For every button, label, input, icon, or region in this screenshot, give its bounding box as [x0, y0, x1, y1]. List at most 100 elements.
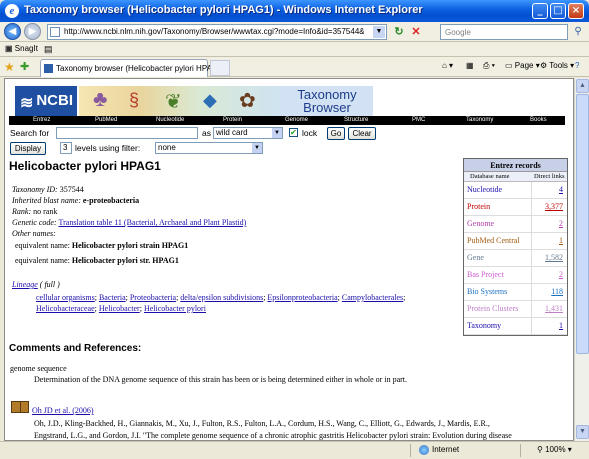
minimize-button[interactable]: _: [532, 3, 548, 19]
entrez-db-name[interactable]: Protein: [467, 199, 490, 215]
entrez-link-count[interactable]: 1,431: [545, 301, 563, 317]
taxonomy-id-label: Taxonomy ID:: [12, 185, 58, 194]
back-button[interactable]: ◀: [4, 23, 21, 40]
lineage-item[interactable]: cellular organisms: [36, 293, 95, 302]
entrez-link-count[interactable]: 3,377: [545, 199, 563, 215]
ncbi-logo[interactable]: ≋ NCBI: [15, 86, 77, 116]
lineage-link[interactable]: Lineage: [12, 280, 38, 289]
lineage-item[interactable]: Proteobacteria: [130, 293, 176, 302]
capture-icon[interactable]: ▤: [44, 44, 53, 55]
globe-icon: [419, 445, 429, 455]
search-icon[interactable]: ⚲: [571, 24, 585, 40]
nav-protein[interactable]: Protein: [223, 116, 242, 125]
favorites-star-icon[interactable]: ★: [4, 60, 15, 74]
filter-select[interactable]: none ▼: [155, 142, 263, 154]
tab-taxonomy-browser[interactable]: Taxonomy browser (Helicobacter pylori HP…: [40, 59, 225, 77]
entrez-db-name[interactable]: Bio Systems: [467, 284, 507, 300]
clear-button[interactable]: Clear: [348, 127, 376, 140]
genetic-code-label: Genetic code:: [12, 218, 57, 227]
lineage-item[interactable]: Helicobacter: [99, 304, 140, 313]
tools-menu[interactable]: ⚙ Tools ▾: [540, 61, 574, 70]
nav-genome[interactable]: Genome: [285, 116, 308, 125]
new-tab-button[interactable]: [210, 60, 230, 76]
zoom-level[interactable]: ⚲ 100% ▾: [537, 445, 572, 454]
nav-structure[interactable]: Structure: [344, 116, 368, 125]
entrez-row[interactable]: Gene 1,582: [464, 250, 567, 267]
cell-divider: [531, 301, 532, 318]
help-icon[interactable]: ?: [575, 61, 579, 70]
address-url[interactable]: http://www.ncbi.nlm.nih.gov/Taxonomy/Bro…: [64, 27, 364, 36]
entrez-row[interactable]: Bio Systems 118: [464, 284, 567, 301]
lineage-item[interactable]: Helicobacter pylori: [144, 304, 206, 313]
entrez-link-count[interactable]: 1: [559, 233, 563, 249]
entrez-link-count[interactable]: 1,582: [545, 250, 563, 266]
entrez-row[interactable]: Nucleotide 4: [464, 182, 567, 199]
entrez-link-count[interactable]: 118: [551, 284, 563, 300]
book-icon: [11, 401, 29, 413]
entrez-db-name[interactable]: Nucleotide: [467, 182, 502, 198]
entrez-row[interactable]: Genome 2: [464, 216, 567, 233]
reference-link[interactable]: Oh JD et al. (2006): [32, 406, 94, 415]
feeds-icon[interactable]: ▦: [466, 61, 474, 70]
print-icon[interactable]: ⎙ ▾: [483, 61, 495, 71]
filter-value: none: [158, 143, 176, 152]
nav-pmc[interactable]: PMC: [412, 116, 425, 125]
page-menu[interactable]: ▭ Page ▾: [505, 61, 540, 70]
add-favorites-icon[interactable]: ✚: [20, 60, 29, 73]
close-button[interactable]: ×: [568, 3, 584, 19]
maximize-button[interactable]: □: [550, 3, 566, 19]
ncbi-mark-icon: ≋: [20, 95, 34, 112]
lineage-item[interactable]: Bacteria: [99, 293, 126, 302]
chevron-down-icon[interactable]: ▼: [373, 26, 385, 38]
scroll-up-icon[interactable]: ▲: [576, 79, 589, 93]
search-term-input[interactable]: [56, 127, 198, 139]
snagit-button[interactable]: ▣ SnagIt: [5, 44, 38, 53]
genetic-code-link[interactable]: Translation table 11 (Bacterial, Archaea…: [59, 218, 247, 227]
scroll-down-icon[interactable]: ▼: [576, 425, 589, 439]
nav-pubmed[interactable]: PubMed: [95, 116, 117, 125]
nav-nucleotide[interactable]: Nucleotide: [156, 116, 184, 125]
scroll-thumb[interactable]: [576, 94, 589, 354]
entrez-db-name[interactable]: Gene: [467, 250, 484, 266]
display-button[interactable]: Display: [10, 142, 46, 155]
entrez-link-count[interactable]: 2: [559, 216, 563, 232]
address-field[interactable]: http://www.ncbi.nlm.nih.gov/Taxonomy/Bro…: [47, 24, 387, 40]
nav-books[interactable]: Books: [530, 116, 547, 125]
entrez-db-name[interactable]: Taxonomy: [467, 318, 501, 334]
lineage-full-toggle[interactable]: ( full ): [40, 280, 60, 289]
as-label: as: [202, 128, 211, 138]
bug-icon: ✿: [239, 90, 256, 112]
nav-entrez[interactable]: Entrez: [33, 116, 50, 125]
tab-toolbar: ★ ✚ Taxonomy browser (Helicobacter pylor…: [0, 57, 589, 77]
levels-input[interactable]: 3: [60, 142, 72, 154]
lineage-item[interactable]: Epsilonproteobacteria: [267, 293, 337, 302]
lock-checkbox[interactable]: ✔: [289, 128, 298, 137]
lineage-item[interactable]: Helicobacteraceae: [36, 304, 95, 313]
entrez-link-count[interactable]: 4: [559, 182, 563, 198]
entrez-row[interactable]: Protein 3,377: [464, 199, 567, 216]
home-icon[interactable]: ⌂ ▾: [442, 61, 453, 70]
entrez-row[interactable]: Taxonomy 1: [464, 318, 567, 335]
lineage-item[interactable]: delta/epsilon subdivisions: [180, 293, 263, 302]
entrez-row[interactable]: Bas Project 2: [464, 267, 567, 284]
entrez-row[interactable]: PubMed Central 1: [464, 233, 567, 250]
entrez-link-count[interactable]: 2: [559, 267, 563, 283]
go-button[interactable]: Go: [327, 127, 345, 140]
forward-button[interactable]: ▶: [24, 23, 41, 40]
search-input[interactable]: Google: [440, 24, 568, 40]
entrez-records-table: Entrez records Database name Direct link…: [463, 158, 568, 336]
col-direct-links: Direct links: [534, 173, 565, 180]
entrez-db-name[interactable]: PubMed Central: [467, 233, 520, 249]
nav-taxonomy[interactable]: Taxonomy: [466, 116, 493, 125]
site-icon: [44, 64, 53, 73]
entrez-db-name[interactable]: Genome: [467, 216, 494, 232]
stop-icon[interactable]: ✕: [408, 24, 424, 40]
lineage-item[interactable]: Campylobacterales: [342, 293, 403, 302]
entrez-db-name[interactable]: Bas Project: [467, 267, 504, 283]
refresh-icon[interactable]: ↻: [391, 24, 407, 40]
entrez-link-count[interactable]: 1: [559, 318, 563, 334]
vertical-scrollbar[interactable]: ▲ ▼: [574, 78, 589, 441]
entrez-db-name[interactable]: Protein Clusters: [467, 301, 518, 317]
entrez-row[interactable]: Protein Clusters 1,431: [464, 301, 567, 318]
search-mode-select[interactable]: wild card ▼: [213, 127, 283, 139]
